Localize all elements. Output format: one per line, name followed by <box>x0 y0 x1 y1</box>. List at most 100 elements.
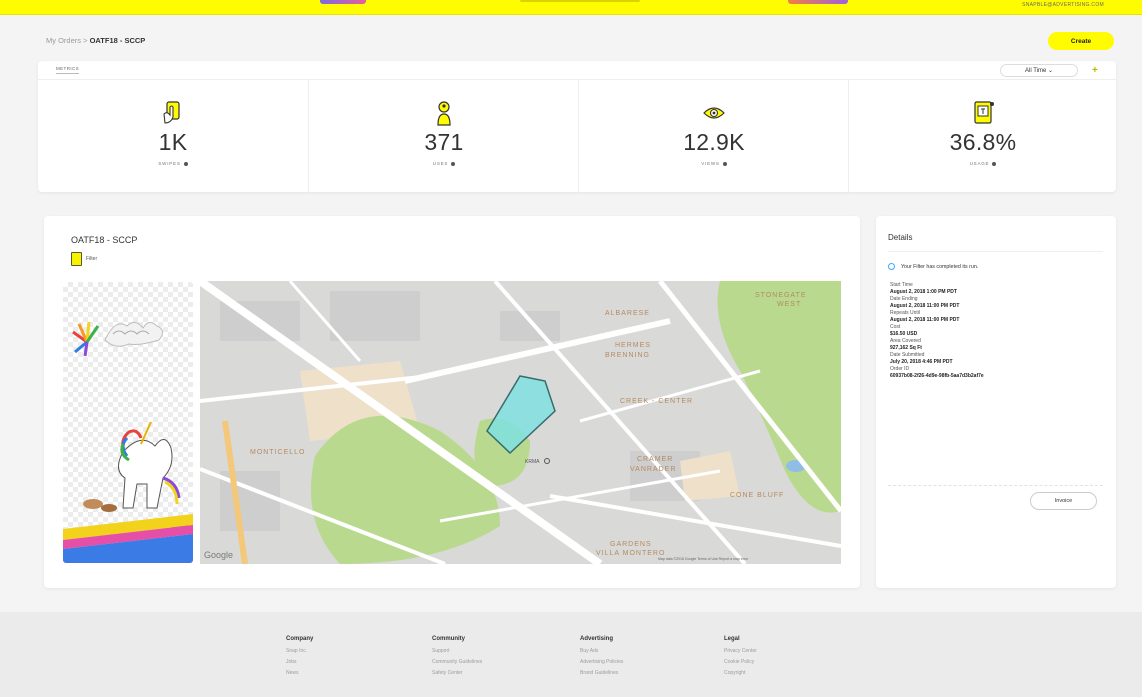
footer-col-community: Community Support Community Guidelines S… <box>432 636 482 681</box>
detail-value: August 2, 2018 1:00 PM PDT <box>890 288 957 295</box>
footer-link[interactable]: Safety Center <box>432 670 482 676</box>
detail-value: July 20, 2018 4:46 PM PDT <box>890 358 953 365</box>
metric-uses: 371 USES <box>308 79 579 193</box>
time-range-select[interactable]: All Time ⌄ <box>1000 64 1078 77</box>
map-label: WEST <box>777 301 801 308</box>
info-icon[interactable] <box>992 161 997 166</box>
metric-label: VIEWS <box>579 161 849 166</box>
map-label: CRAMER <box>637 456 673 463</box>
footer-link[interactable]: Buy Ads <box>580 648 623 654</box>
logo-left-graphic <box>320 0 366 4</box>
map-canvas: STONEGATE WEST ALBARESE HERMES BRENNING … <box>200 281 841 564</box>
map-label: ALBARESE <box>605 310 650 317</box>
metric-usage: 36.8% USAGE <box>848 79 1117 193</box>
swipe-hand-icon <box>163 101 180 124</box>
info-icon[interactable] <box>722 161 727 166</box>
detail-value: August 2, 2018 11:00 PM PDT <box>890 302 960 309</box>
footer: Company Snap Inc. Jobs News Community Su… <box>0 612 1142 697</box>
detail-order-id: Order ID 60937b08-2f26-4d9e-98fb-5aa7d3b… <box>890 366 1105 380</box>
detail-date-ending: Date Ending August 2, 2018 11:00 PM PDT <box>890 296 1105 310</box>
map-label: MONTICELLO <box>250 449 306 456</box>
footer-heading: Company <box>286 636 314 642</box>
geofence-map[interactable]: STONEGATE WEST ALBARESE HERMES BRENNING … <box>200 281 841 564</box>
metric-value: 36.8% <box>949 129 1017 155</box>
plus-icon[interactable]: + <box>1092 65 1098 76</box>
rainbow-ribbon-graphic <box>63 514 193 563</box>
filter-type-tag: Filter <box>71 252 97 266</box>
google-logo: Google <box>204 550 233 560</box>
footer-col-legal: Legal Privacy Center Cookie Policy Copyr… <box>724 636 757 681</box>
detail-area-covered: Area Covered 927,162 Sq Ft <box>890 338 1105 352</box>
metric-value: 12.9K <box>683 129 745 155</box>
user-touch-icon <box>437 101 451 126</box>
map-label: STONEGATE <box>755 292 807 299</box>
map-label: VANRADER <box>630 466 676 473</box>
filter-usage-icon <box>974 101 994 124</box>
order-title: OATF18 - SCCP <box>71 235 138 245</box>
metric-label: USAGE <box>849 161 1117 166</box>
logo-right-graphic <box>788 0 848 4</box>
map-attribution: Map data ©2018 Google Terms of Use Repor… <box>658 557 749 561</box>
divider <box>888 251 1103 252</box>
detail-value: 60937b08-2f26-4d9e-98fb-5aa7d3b2af7e <box>890 372 984 379</box>
logo-center-graphic <box>520 0 640 2</box>
divider <box>888 485 1103 487</box>
footer-link[interactable]: News <box>286 670 313 676</box>
detail-start-time: Start Time August 2, 2018 1:00 PM PDT <box>890 282 1105 296</box>
order-card: OATF18 - SCCP Filter STONEGATE WEST ALBA… <box>44 216 860 588</box>
breadcrumb-my-orders[interactable]: My Orders <box>46 36 81 45</box>
footer-link[interactable]: Jobs <box>286 659 313 665</box>
status-text: Your Filter has completed its run. <box>901 263 979 270</box>
footer-link[interactable]: Advertising Policies <box>580 659 623 665</box>
metrics-card: METRICS All Time ⌄ + 1K SWIPES 371 USES … <box>38 61 1117 193</box>
metric-value: 1K <box>158 129 188 155</box>
footer-heading: Community <box>432 636 465 642</box>
unicorn-graphic <box>83 421 189 528</box>
metric-views: 12.9K VIEWS <box>578 79 849 193</box>
filter-type-label: Filter <box>86 256 98 262</box>
info-icon[interactable] <box>183 161 188 166</box>
filter-icon <box>71 252 82 266</box>
details-panel: Details Your Filter has completed its ru… <box>876 216 1116 588</box>
breadcrumb-current: OATF18 - SCCP <box>89 36 146 45</box>
metric-value: 371 <box>424 129 464 155</box>
top-bar: SNAPBLE@ADVERTISING.COM <box>0 0 1142 15</box>
footer-col-advertising: Advertising Buy Ads Advertising Policies… <box>580 636 623 681</box>
detail-value: 927,162 Sq Ft <box>890 344 922 351</box>
footer-link[interactable]: Support <box>432 648 482 654</box>
footer-link[interactable]: Cookie Policy <box>724 659 757 665</box>
map-place-label: KRMA <box>525 459 540 465</box>
map-label: CREEK - CENTER <box>620 398 693 405</box>
footer-heading: Legal <box>724 636 740 642</box>
rainbow-burst-graphic <box>72 321 100 357</box>
map-label: HERMES <box>615 342 651 349</box>
details-title: Details <box>888 233 913 242</box>
detail-date-submitted: Date Submitted July 20, 2018 4:46 PM PDT <box>890 352 1105 366</box>
details-list: Start Time August 2, 2018 1:00 PM PDT Da… <box>890 282 1105 380</box>
invoice-button[interactable]: Invoice <box>1030 492 1097 510</box>
footer-link[interactable]: Community Guidelines <box>432 659 482 665</box>
detail-repeats-until: Repeats Until August 2, 2018 11:00 PM PD… <box>890 310 1105 324</box>
map-label: GARDENS <box>610 541 652 548</box>
map-label: BRENNING <box>605 352 650 359</box>
metric-label: USES <box>309 161 579 166</box>
create-button[interactable]: Create <box>1048 32 1114 50</box>
info-icon[interactable] <box>451 161 456 166</box>
footer-link[interactable]: Copyright <box>724 670 757 676</box>
footer-link[interactable]: Snap Inc. <box>286 648 313 654</box>
breadcrumb: My Orders > OATF18 - SCCP <box>46 36 145 45</box>
eye-icon <box>703 107 725 119</box>
detail-value: August 2, 2018 11:00 PM PDT <box>890 316 960 323</box>
map-label: VILLA MONTERO <box>596 550 665 557</box>
tab-metrics[interactable]: METRICS <box>56 66 80 74</box>
footer-link[interactable]: Brand Guidelines <box>580 670 623 676</box>
account-email[interactable]: SNAPBLE@ADVERTISING.COM <box>1022 2 1104 8</box>
footer-link[interactable]: Privacy Center <box>724 648 757 654</box>
status-check-icon <box>888 263 895 270</box>
filter-artwork <box>63 321 193 563</box>
detail-cost: Cost $16.50 USD <box>890 324 1105 338</box>
metric-label: SWIPES <box>38 161 308 166</box>
map-label: CONE BLUFF <box>730 492 784 499</box>
status-message: Your Filter has completed its run. <box>888 263 978 270</box>
filter-preview[interactable] <box>63 282 193 563</box>
